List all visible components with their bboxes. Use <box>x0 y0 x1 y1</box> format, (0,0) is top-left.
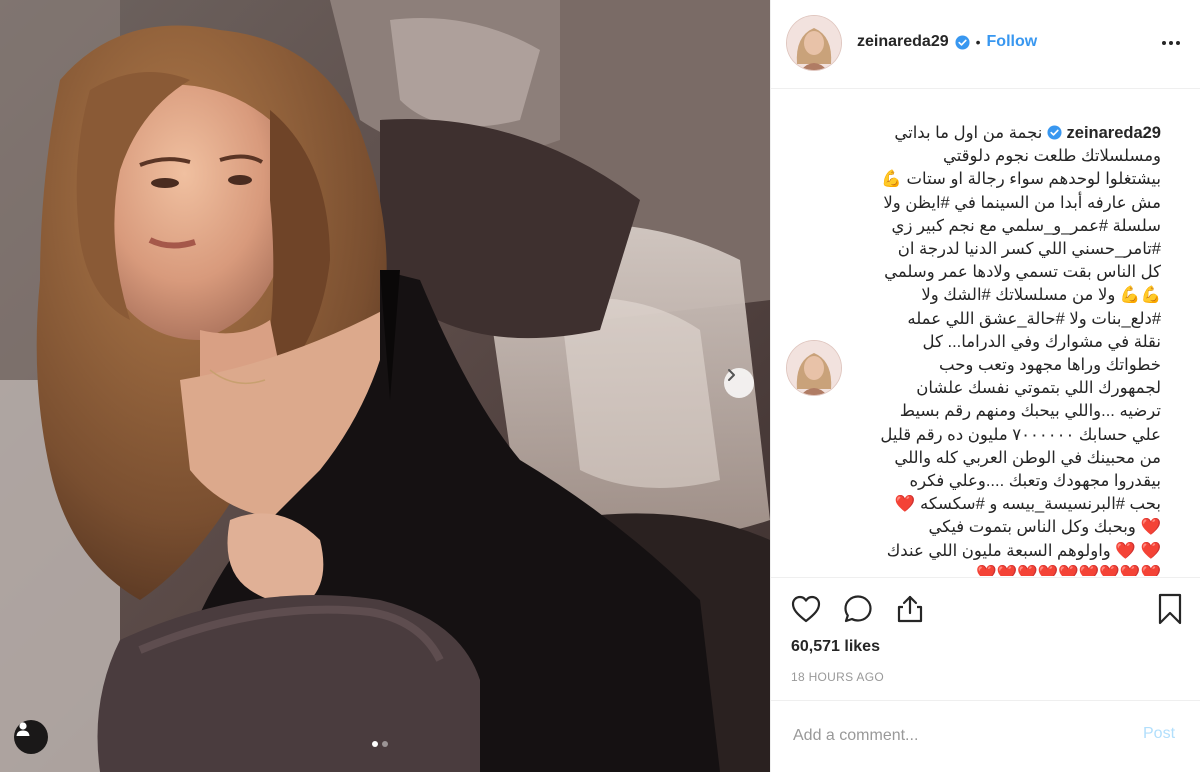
verified-badge-icon <box>1047 125 1062 140</box>
caption-line: ❤️❤️❤️❤️❤️❤️❤️❤️❤️ <box>976 564 1161 576</box>
caption-line: سلسلة #عمر_و_سلمي مع نجم كبير زي <box>891 216 1161 235</box>
comment-input[interactable] <box>791 723 1115 749</box>
caption-line: ❤️ ❤️ واولوهم السبعة مليون اللي عندك <box>886 541 1161 560</box>
caption-line: من محبينك في الوطن العربي كله واللي <box>894 448 1161 467</box>
separator-dot: • <box>975 34 981 50</box>
caption-line: ترضيه ...واللي بيحبك ومنهم رقم بسيط <box>899 402 1161 421</box>
carousel-dot-active <box>372 741 378 747</box>
carousel-dot <box>382 741 388 747</box>
carousel-next-button[interactable] <box>724 368 754 398</box>
caption-line: علي حسابك ٧٠٠٠٠٠٠ مليون ده رقم قليل <box>880 425 1161 444</box>
verified-badge-icon <box>955 34 970 50</box>
caption-username[interactable]: zeinareda29 <box>1067 124 1161 142</box>
post-caption: zeinareda29 نجمة من اول ما بداتي ومسلسلا… <box>851 122 1161 576</box>
caption-line: بحب #البرنسيسة_بيسه و #سكسكه ❤️ <box>894 495 1161 514</box>
post-photo[interactable] <box>0 0 770 772</box>
caption-line: ومسلسلاتك طلعت نجوم دلوقتي <box>942 147 1161 166</box>
caption-line: #تامر_حسني اللي كسر الدنيا لدرجة ان <box>897 240 1161 259</box>
caption-line: نقلة في مشوارك وفي الدراما... كل <box>922 332 1161 351</box>
portrait-image <box>0 0 770 772</box>
caption-line: 💪💪 ولا من مسلسلاتك #الشك ولا <box>921 286 1161 305</box>
caption-text: نجمة من اول ما بداتي <box>894 124 1043 142</box>
heart-outline-icon <box>791 595 821 623</box>
comment-button[interactable] <box>841 592 875 626</box>
more-options-icon[interactable] <box>1159 34 1183 52</box>
caption-avatar[interactable] <box>787 341 841 395</box>
caption-line: بيشتغلوا لوحدهم سواء رجالة او ستات 💪 <box>881 170 1161 189</box>
chevron-right-icon <box>728 369 735 381</box>
share-button[interactable] <box>893 592 927 626</box>
profile-picture <box>787 16 841 70</box>
follow-button[interactable]: Follow <box>987 33 1038 51</box>
share-icon <box>897 595 923 623</box>
caption-line: كل الناس بقت تسمي ولادها عمر وسلمي <box>884 263 1161 282</box>
carousel-indicator <box>372 741 388 747</box>
caption-line: لجمهورك اللي بتموتي نفسك علشان <box>916 379 1161 398</box>
bookmark-icon <box>1158 593 1182 625</box>
add-comment-section: Post <box>771 700 1200 772</box>
caption-line: خطواتك وراها مجهود وتعب وحب <box>939 356 1161 375</box>
post-side-panel: zeinareda29 • Follow zeinareda29 نجمة من… <box>770 0 1200 772</box>
likes-count[interactable]: 60,571 likes <box>791 638 880 656</box>
post-timestamp[interactable]: 18 HOURS AGO <box>791 670 884 684</box>
caption-line: zeinareda29 نجمة من اول ما بداتي <box>851 122 1161 145</box>
post-header: zeinareda29 • Follow <box>771 0 1200 89</box>
caption-line: ❤️ وبحبك وكل الناس بتموت فيكي <box>928 518 1161 537</box>
user-tag-icon <box>16 722 30 736</box>
like-button[interactable] <box>789 592 823 626</box>
caption-line: مش عارفه أبدا من السينما في #ايظن ولا <box>883 193 1161 212</box>
post-comment-button[interactable]: Post <box>1143 725 1175 743</box>
save-button[interactable] <box>1153 592 1187 626</box>
avatar[interactable] <box>787 16 841 70</box>
instagram-post-view: zeinareda29 • Follow zeinareda29 نجمة من… <box>0 0 1200 772</box>
caption-line: #دلع_بنات ولا #حالة_عشق اللي عمله <box>907 309 1161 328</box>
caption-line: بيقدروا مجهودك وتعبك ....وعلي فكره <box>909 472 1161 491</box>
comment-icon <box>844 595 872 623</box>
profile-picture <box>787 341 841 395</box>
user-tag-button[interactable] <box>14 720 48 754</box>
username-link[interactable]: zeinareda29 <box>857 33 949 51</box>
header-user: zeinareda29 • Follow <box>857 33 1037 51</box>
post-actions: 60,571 likes 18 HOURS AGO <box>771 577 1200 697</box>
comments-scroll-area[interactable]: zeinareda29 نجمة من اول ما بداتي ومسلسلا… <box>771 90 1200 576</box>
